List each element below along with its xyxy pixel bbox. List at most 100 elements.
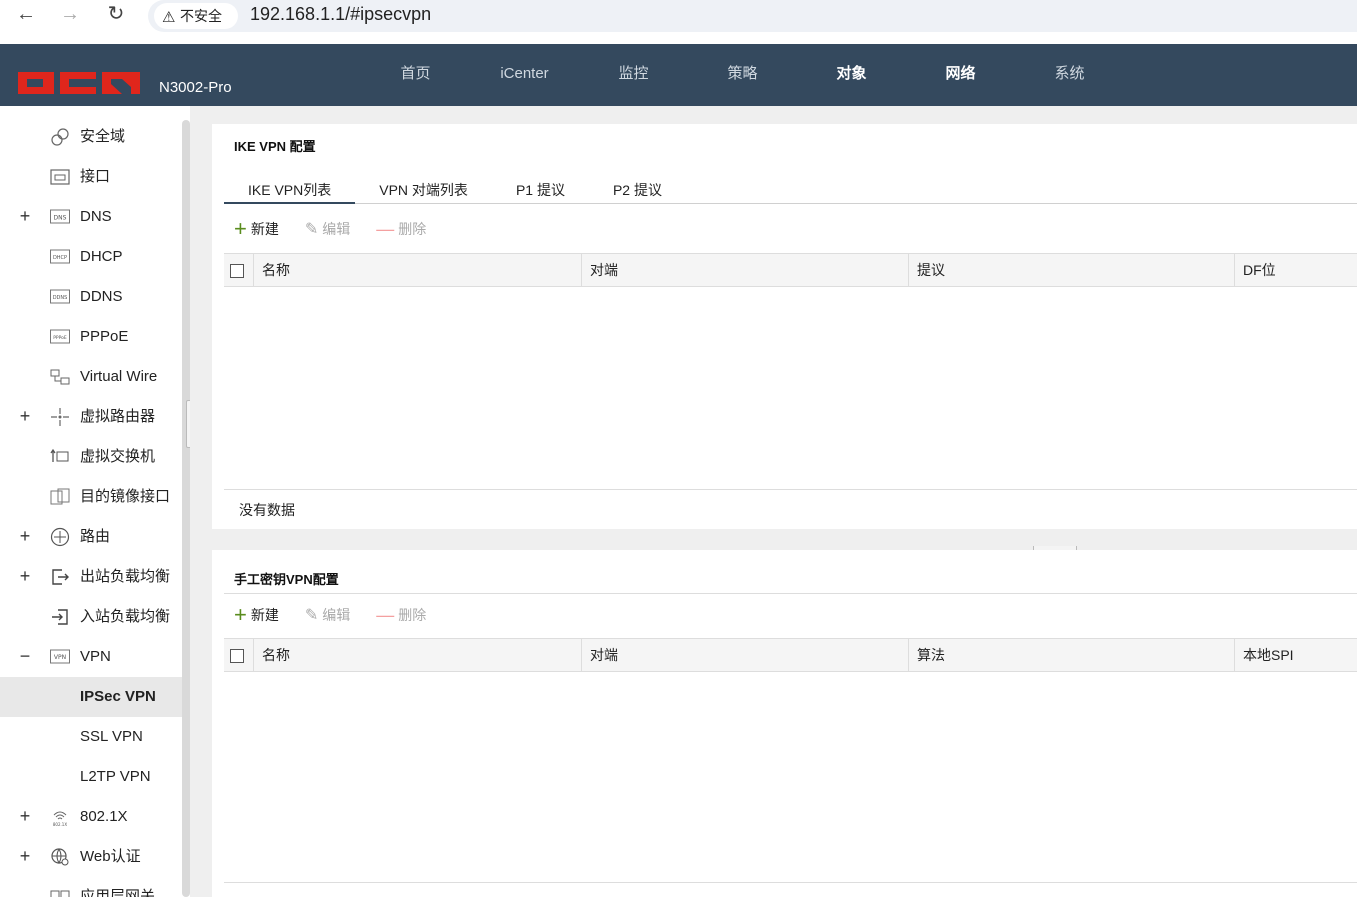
column-algorithm[interactable]: 算法 — [908, 639, 945, 671]
column-df-bit[interactable]: DF位 — [1234, 254, 1276, 286]
sidebar-item-virtual-wire[interactable]: Virtual Wire — [0, 357, 182, 397]
top-nav-object[interactable]: 对象 — [797, 44, 906, 106]
panel-title: 手工密钥VPN配置 — [234, 572, 339, 587]
route-icon — [50, 527, 70, 547]
pencil-icon: ✎ — [304, 607, 319, 624]
expand-icon[interactable]: + — [17, 406, 33, 426]
add-button[interactable]: + 新建 — [224, 602, 279, 628]
manual-key-vpn-panel: 手工密钥VPN配置 + 新建 ✎ 编辑 — 删除 名称 对端 算法 本地SPI — [212, 550, 1357, 897]
sidebar-item-interface[interactable]: 接口 — [0, 157, 182, 197]
sidebar-item-8021x[interactable]: + 802.1X 802.1X — [0, 797, 182, 837]
sidebar-item-label: Web认证 — [80, 848, 141, 865]
sidebar-item-inbound-lb[interactable]: 入站负载均衡 — [0, 597, 182, 637]
sidebar-item-label: 虚拟路由器 — [80, 408, 156, 425]
sidebar-item-ipsec-vpn[interactable]: IPSec VPN — [0, 677, 182, 717]
url-text[interactable]: 192.168.1.1/#ipsecvpn — [250, 4, 431, 25]
inbound-lb-icon — [52, 609, 68, 625]
sidebar-item-dhcp[interactable]: DHCP DHCP — [0, 237, 182, 277]
sidebar-item-label: VPN — [80, 648, 111, 665]
security-chip[interactable]: ⚠ 不安全 — [154, 3, 238, 29]
security-zone-icon — [51, 128, 69, 146]
address-bar[interactable]: ⚠ 不安全 192.168.1.1/#ipsecvpn — [148, 0, 1357, 32]
expand-icon[interactable]: + — [17, 526, 33, 546]
pppoe-icon: PPPoE — [50, 329, 70, 344]
expand-icon[interactable]: + — [17, 206, 33, 226]
column-local-spi[interactable]: 本地SPI — [1234, 639, 1294, 671]
sidebar-item-route[interactable]: + 路由 — [0, 517, 182, 557]
tab-p1-proposal[interactable]: P1 提议 — [492, 176, 589, 204]
sidebar-item-alg[interactable]: 应用层网关 — [0, 877, 182, 897]
tab-ike-vpn-list[interactable]: IKE VPN列表 — [224, 176, 356, 204]
vpn-icon: VPN — [50, 649, 70, 664]
sidebar-item-l2tp-vpn[interactable]: L2TP VPN — [0, 757, 182, 797]
sidebar-item-dns[interactable]: + DNS DNS — [0, 197, 182, 237]
column-peer[interactable]: 对端 — [581, 639, 618, 671]
delete-button[interactable]: — 删除 — [366, 605, 426, 626]
sidebar-item-mirror-interface[interactable]: 目的镜像接口 — [0, 477, 182, 517]
column-proposal[interactable]: 提议 — [908, 254, 945, 286]
sidebar-item-outbound-lb[interactable]: + 出站负载均衡 — [0, 557, 182, 597]
sidebar-item-label: DDNS — [80, 288, 123, 305]
ike-vpn-panel: IKE VPN 配置 IKE VPN列表 VPN 对端列表 P1 提议 P2 提… — [212, 124, 1357, 529]
sidebar-item-pppoe[interactable]: PPPoE PPPoE — [0, 317, 182, 357]
device-model: N3002-Pro — [159, 79, 232, 96]
sidebar-scrollbar[interactable] — [182, 120, 190, 897]
interface-icon — [50, 169, 70, 185]
sidebar-item-ssl-vpn[interactable]: SSL VPN — [0, 717, 182, 757]
svg-text:DNS: DNS — [54, 215, 67, 222]
plus-icon: + — [234, 602, 247, 627]
edit-label: 编辑 — [322, 221, 351, 237]
tab-vpn-peer-list[interactable]: VPN 对端列表 — [355, 176, 492, 204]
plus-icon: + — [234, 216, 247, 241]
top-nav-network[interactable]: 网络 — [906, 44, 1015, 106]
security-label: 不安全 — [180, 8, 222, 24]
svg-text:DHCP: DHCP — [53, 255, 67, 261]
expand-icon[interactable]: + — [17, 566, 33, 586]
delete-label: 删除 — [398, 221, 427, 237]
column-name[interactable]: 名称 — [253, 639, 290, 671]
sidebar-item-label: 应用层网关 — [80, 888, 156, 897]
pencil-icon: ✎ — [304, 221, 319, 238]
collapse-icon[interactable]: − — [17, 646, 33, 666]
edit-label: 编辑 — [322, 607, 351, 623]
sidebar-item-label: IPSec VPN — [80, 688, 156, 705]
expand-icon[interactable]: + — [17, 806, 33, 826]
divider — [224, 593, 1357, 594]
column-name[interactable]: 名称 — [253, 254, 290, 286]
mirror-interface-icon — [50, 488, 70, 505]
ddns-icon: DDNS — [50, 289, 70, 304]
forward-arrow-icon[interactable]: → — [58, 2, 82, 26]
top-nav-system[interactable]: 系统 — [1015, 44, 1124, 106]
sidebar-item-security-zone[interactable]: 安全域 — [0, 117, 182, 157]
column-peer[interactable]: 对端 — [581, 254, 618, 286]
sidebar-item-label: SSL VPN — [80, 728, 143, 745]
sidebar-item-label: 路由 — [80, 528, 111, 545]
minus-icon: — — [376, 218, 395, 239]
reload-icon[interactable]: ↻ — [104, 2, 128, 26]
sidebar-item-vpn[interactable]: − VPN VPN — [0, 637, 182, 677]
edit-button[interactable]: ✎ 编辑 — [295, 219, 350, 239]
edit-button[interactable]: ✎ 编辑 — [295, 605, 350, 625]
sidebar-item-ddns[interactable]: DDNS DDNS — [0, 277, 182, 317]
sidebar-item-virtual-router[interactable]: + 虚拟路由器 — [0, 397, 182, 437]
sidebar-item-web-auth[interactable]: + Web认证 — [0, 837, 182, 877]
select-all-checkbox[interactable] — [230, 264, 244, 278]
tab-p2-proposal[interactable]: P2 提议 — [589, 176, 686, 204]
8021x-icon: 802.1X — [53, 811, 67, 827]
minus-icon: — — [376, 604, 395, 625]
delete-button[interactable]: — 删除 — [366, 219, 426, 240]
add-button[interactable]: + 新建 — [224, 216, 279, 242]
expand-icon[interactable]: + — [17, 846, 33, 866]
outbound-lb-icon — [52, 569, 69, 585]
sidebar-item-virtual-switch[interactable]: 虚拟交换机 — [0, 437, 182, 477]
virtual-switch-icon — [50, 448, 69, 462]
top-nav-policy[interactable]: 策略 — [688, 44, 797, 106]
top-nav-monitor[interactable]: 监控 — [579, 44, 688, 106]
back-arrow-icon[interactable]: ← — [14, 2, 38, 26]
sidebar-item-label: 入站负载均衡 — [80, 608, 171, 625]
table-bottom-border — [224, 882, 1357, 883]
top-nav-home[interactable]: 首页 — [361, 44, 470, 106]
select-all-checkbox[interactable] — [230, 649, 244, 663]
top-nav-icenter[interactable]: iCenter — [470, 44, 579, 106]
sidebar-item-label: 目的镜像接口 — [80, 488, 171, 505]
